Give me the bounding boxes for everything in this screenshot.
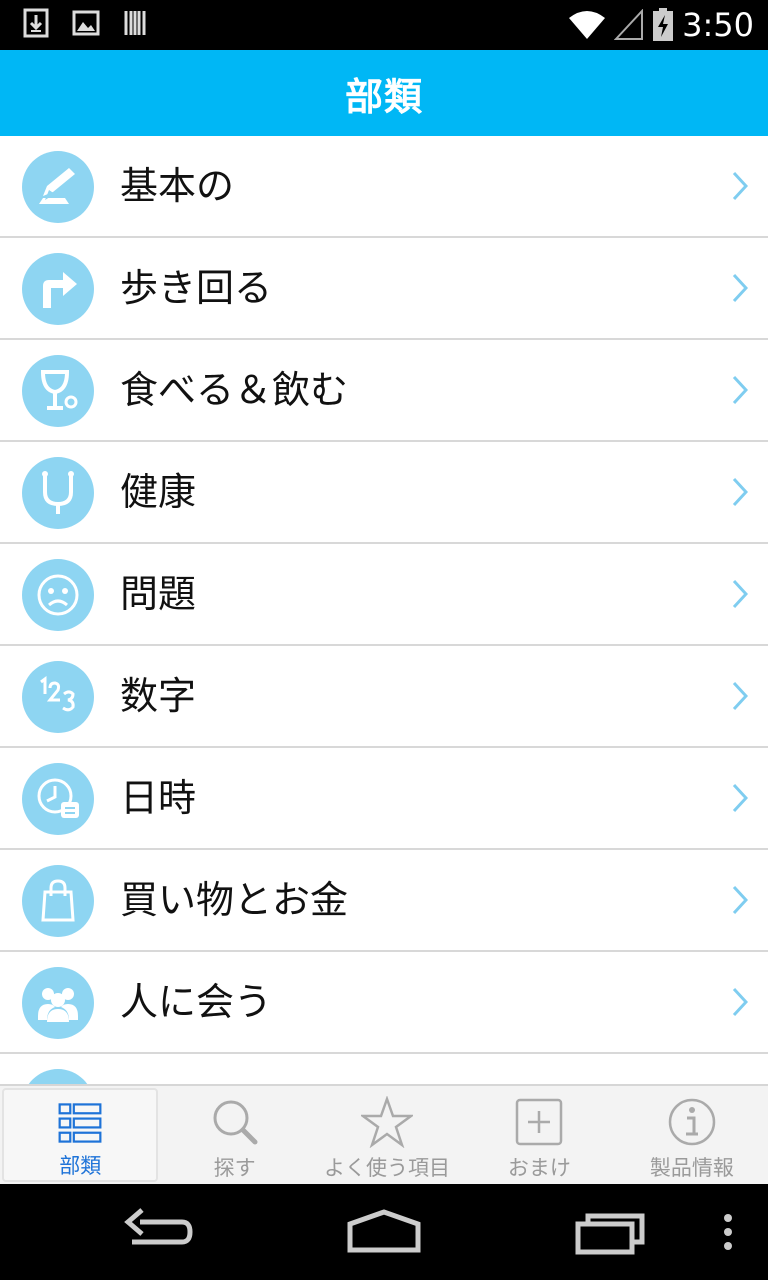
bottom-tab-bar: 部類 探す よく使う項目 おまけ 製品情報 [0,1084,768,1184]
chevron-right-icon [732,375,748,405]
category-list: 基本の 歩き回る 食べる＆飲む 健康 問題 数字 日時 買い物とお金 人に会う [0,136,768,1084]
plus-box-icon [516,1098,563,1146]
category-row-numbers[interactable]: 数字 [0,646,768,748]
wifi-icon [569,11,606,39]
chevron-right-icon [732,171,748,201]
tab-label: おまけ [507,1156,571,1180]
numbers-icon [22,661,94,733]
tab-label: 探す [213,1156,256,1180]
category-label: 買い物とお金 [120,878,349,922]
chevron-right-icon [732,477,748,507]
stethoscope-icon [22,457,94,529]
tab-favorites[interactable]: よく使う項目 [311,1086,463,1184]
category-label: 人に会う [120,980,273,1024]
category-row-partial[interactable] [0,1054,768,1084]
turn-right-arrow-icon [22,253,94,325]
battery-charging-icon [653,8,674,41]
category-label: 数字 [120,674,197,718]
category-row-shopping-money[interactable]: 買い物とお金 [0,850,768,952]
category-label: 食べる＆飲む [120,368,349,412]
cell-signal-icon [614,9,644,40]
category-row-health[interactable]: 健康 [0,442,768,544]
chevron-right-icon [732,579,748,609]
search-icon [213,1100,258,1145]
category-label: 健康 [120,470,197,514]
partial-category-icon [22,1069,94,1084]
category-label: 問題 [120,572,197,616]
star-icon [361,1096,414,1148]
chevron-right-icon [732,681,748,711]
category-row-eat-drink[interactable]: 食べる＆飲む [0,340,768,442]
tab-product-info[interactable]: 製品情報 [616,1086,768,1184]
category-row-meeting-people[interactable]: 人に会う [0,952,768,1054]
chevron-right-icon [732,885,748,915]
back-icon[interactable] [124,1202,196,1262]
tab-categories[interactable]: 部類 [2,1088,159,1182]
category-label: 基本の [120,164,235,208]
page-title: 部類 [344,74,423,119]
tab-label: 製品情報 [649,1156,734,1180]
download-notification-icon [23,8,49,38]
app-header: 部類 [0,50,768,136]
glass-icon [22,355,94,427]
home-icon[interactable] [346,1202,422,1262]
shopping-bag-icon [22,865,94,937]
category-row-getting-around[interactable]: 歩き回る [0,238,768,340]
clock: 3:50 [682,6,754,44]
info-icon [668,1098,716,1146]
system-nav-bar [0,1184,768,1280]
image-notification-icon [72,10,100,36]
category-row-problems[interactable]: 問題 [0,544,768,646]
people-icon [22,967,94,1039]
chevron-right-icon [732,987,748,1017]
category-label: 日時 [120,776,197,820]
sad-face-icon [22,559,94,631]
overflow-menu-icon[interactable] [720,1202,736,1262]
tab-label: 部類 [59,1154,102,1178]
chevron-right-icon [732,783,748,813]
category-label: 歩き回る [120,266,273,310]
recent-apps-icon[interactable] [574,1202,646,1262]
tab-search[interactable]: 探す [158,1086,310,1184]
status-bar: 3:50 [0,0,768,50]
tab-label: よく使う項目 [324,1156,451,1180]
pencil-icon [22,151,94,223]
list-icon [58,1103,102,1143]
clock-calendar-icon [22,763,94,835]
chevron-right-icon [732,273,748,303]
category-row-basics[interactable]: 基本の [0,136,768,238]
barcode-notification-icon [124,11,146,35]
category-row-date-time[interactable]: 日時 [0,748,768,850]
tab-extras[interactable]: おまけ [463,1086,615,1184]
